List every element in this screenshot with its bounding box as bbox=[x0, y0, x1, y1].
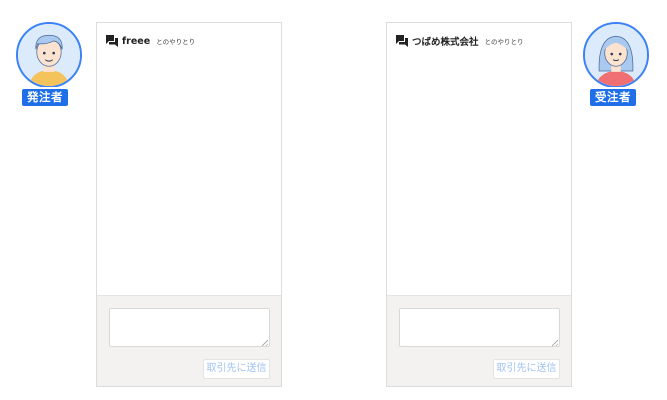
chat-bubble-icon bbox=[106, 35, 118, 47]
chat-panel-tsubame: つばめ株式会社 とのやりとり 取引先に送信 bbox=[386, 22, 572, 387]
chat-demo-stage: 発注者 受注者 freee とのやりとり 取引先に送信 つばめ株式会社 とのやり… bbox=[0, 0, 667, 400]
textarea-resize-handle[interactable] bbox=[552, 340, 558, 346]
partner-name: つばめ株式会社 bbox=[412, 37, 479, 48]
message-input[interactable] bbox=[399, 308, 560, 347]
contractor-avatar bbox=[583, 22, 649, 88]
panel-header: freee とのやりとり bbox=[106, 34, 195, 48]
header-suffix: とのやりとり bbox=[156, 38, 196, 46]
panel-footer: 取引先に送信 bbox=[387, 295, 571, 386]
panel-footer: 取引先に送信 bbox=[97, 295, 281, 386]
partner-name: freee bbox=[122, 35, 151, 47]
orderer-role-badge: 発注者 bbox=[22, 89, 68, 106]
chat-panel-freee: freee とのやりとり 取引先に送信 bbox=[96, 22, 282, 387]
male-user-avatar-icon bbox=[18, 24, 80, 86]
orderer-avatar bbox=[16, 22, 82, 88]
chat-bubble-icon bbox=[396, 35, 408, 47]
header-suffix: とのやりとり bbox=[484, 38, 524, 46]
send-to-partner-button[interactable]: 取引先に送信 bbox=[493, 359, 560, 379]
textarea-resize-handle[interactable] bbox=[262, 340, 268, 346]
contractor-role-badge: 受注者 bbox=[590, 89, 636, 106]
message-input[interactable] bbox=[109, 308, 270, 347]
panel-header: つばめ株式会社 とのやりとり bbox=[396, 34, 523, 48]
female-user-avatar-icon bbox=[585, 24, 647, 86]
send-to-partner-button[interactable]: 取引先に送信 bbox=[203, 359, 270, 379]
